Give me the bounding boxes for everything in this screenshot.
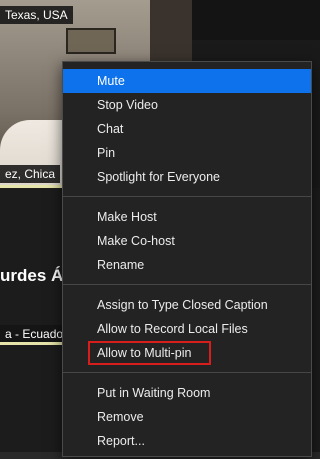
menu-item-mute[interactable]: Mute xyxy=(63,69,311,93)
highlight-annotation-box xyxy=(88,341,211,365)
menu-item-chat[interactable]: Chat xyxy=(63,117,311,141)
menu-item-put-in-waiting-room[interactable]: Put in Waiting Room xyxy=(63,381,311,405)
menu-separator xyxy=(63,284,311,285)
participant-name-tag: ez, Chica xyxy=(0,165,61,183)
menu-item-make-co-host[interactable]: Make Co-host xyxy=(63,229,311,253)
menu-item-allow-to-multi-pin[interactable]: Allow to Multi-pin xyxy=(63,341,311,365)
menu-item-report[interactable]: Report... xyxy=(63,429,311,453)
menu-item-assign-to-type-closed-caption[interactable]: Assign to Type Closed Caption xyxy=(63,293,311,317)
menu-separator xyxy=(63,372,311,373)
wall-picture xyxy=(66,28,116,54)
menu-item-make-host[interactable]: Make Host xyxy=(63,205,311,229)
participant-context-menu: Mute Stop Video Chat Pin Spotlight for Every… xyxy=(62,61,312,457)
participant-name-tag: Texas, USA xyxy=(0,6,73,24)
menu-item-remove[interactable]: Remove xyxy=(63,405,311,429)
menu-item-pin[interactable]: Pin xyxy=(63,141,311,165)
participant-video-tile-right[interactable] xyxy=(192,0,320,40)
menu-separator xyxy=(63,196,311,197)
menu-item-stop-video[interactable]: Stop Video xyxy=(63,93,311,117)
menu-item-rename[interactable]: Rename xyxy=(63,253,311,277)
participant-display-name: urdes Á xyxy=(0,266,64,285)
menu-item-spotlight-for-everyone[interactable]: Spotlight for Everyone xyxy=(63,165,311,189)
menu-item-allow-to-record-local-files[interactable]: Allow to Record Local Files xyxy=(63,317,311,341)
